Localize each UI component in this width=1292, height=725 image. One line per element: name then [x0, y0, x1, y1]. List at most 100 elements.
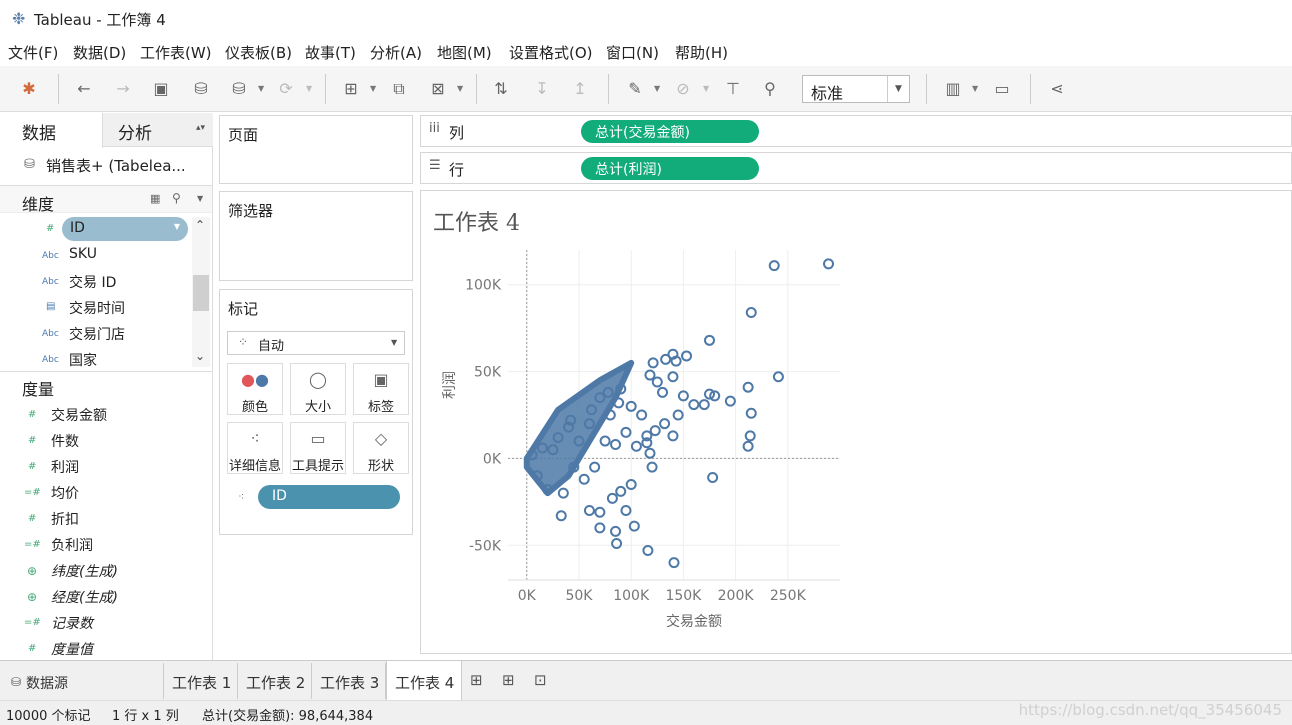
rows-pill[interactable]: 总计(利润)	[581, 157, 759, 180]
x-tick-label: 200K	[718, 588, 755, 604]
marks-shape-button[interactable]: ◇ 形状	[353, 422, 409, 474]
rows-shelf[interactable]: ☰ 行 总计(利润)	[420, 152, 1292, 184]
chevron-down-icon[interactable]: ▼	[654, 84, 660, 93]
field-sku[interactable]: SKU	[69, 246, 97, 262]
data-pane: 数据 分析 ▴▾ ⛁ 销售表+ (Tabelea... 维度 ▦ ⚲ ▼ ⌃ ⌄…	[0, 113, 213, 660]
field-latitude[interactable]: 纬度(生成)	[51, 561, 118, 581]
menu-format[interactable]: 设置格式(O)	[509, 42, 593, 63]
field-country[interactable]: 国家	[69, 350, 97, 370]
redo-icon[interactable]: →	[112, 78, 134, 100]
scroll-up-icon[interactable]: ⌃	[195, 218, 205, 232]
calendar-icon: ▤	[46, 301, 56, 312]
share-icon[interactable]: ⋖	[1046, 78, 1068, 100]
presentation-icon[interactable]: ▭	[991, 78, 1013, 100]
datasource-name[interactable]: 销售表+ (Tabelea...	[46, 155, 186, 176]
marks-size-button[interactable]: ◯ 大小	[290, 363, 346, 415]
datasource-tab[interactable]: ⛁ 数据源	[0, 663, 164, 699]
field-transaction-id[interactable]: 交易 ID	[69, 272, 116, 292]
group-icon[interactable]: ⊘	[672, 78, 694, 100]
chevron-down-icon[interactable]: ▼	[197, 194, 203, 203]
menu-story[interactable]: 故事(T)	[305, 42, 356, 63]
tab-data[interactable]: 数据	[0, 113, 103, 148]
field-amount[interactable]: 交易金额	[51, 405, 107, 425]
menu-window[interactable]: 窗口(N)	[606, 42, 659, 63]
filters-shelf[interactable]: 筛选器	[219, 191, 413, 281]
new-dashboard-icon[interactable]: ⊞	[502, 671, 515, 689]
field-measure-values[interactable]: 度量值	[51, 639, 93, 659]
sort-desc-icon[interactable]: ↥	[569, 78, 591, 100]
chevron-down-icon[interactable]: ▼	[457, 84, 463, 93]
refresh-icon[interactable]: ⟳	[275, 78, 297, 100]
tableau-logo-icon[interactable]: ✱	[18, 78, 40, 100]
field-profit[interactable]: 利润	[51, 457, 79, 477]
menu-worksheet[interactable]: 工作表(W)	[140, 42, 212, 63]
new-worksheet-icon[interactable]: ⊞	[340, 78, 362, 100]
menu-dashboard[interactable]: 仪表板(B)	[225, 42, 292, 63]
chevron-down-icon[interactable]: ▼	[306, 84, 312, 93]
field-avg-price[interactable]: 均价	[51, 483, 79, 503]
scatter-point	[688, 399, 700, 411]
field-longitude[interactable]: 经度(生成)	[51, 587, 118, 607]
field-neg-profit[interactable]: 负利润	[51, 535, 93, 555]
clear-icon[interactable]: ⊠	[427, 78, 449, 100]
tab-sheet-2[interactable]: 工作表 2	[238, 663, 312, 699]
scatter-chart[interactable]: 0K 50K 100K 150K 200K 250K -50K 0K 50K 100K 交易金额 利润	[420, 190, 1292, 654]
marks-detail-button[interactable]: ⁖ 详细信息	[227, 422, 283, 474]
highlight-icon[interactable]: ✎	[624, 78, 646, 100]
chevron-down-icon[interactable]: ▼	[258, 84, 264, 93]
menu-file[interactable]: 文件(F)	[8, 42, 58, 63]
chevron-down-icon[interactable]: ▼	[174, 222, 180, 231]
chevron-down-icon[interactable]: ▼	[703, 84, 709, 93]
tab-sheet-1[interactable]: 工作表 1	[164, 663, 238, 699]
chevron-updown-icon[interactable]: ▴▾	[196, 123, 205, 133]
menu-data[interactable]: 数据(D)	[73, 42, 126, 63]
mark-type-select[interactable]: ⁘ 自动 ▼	[227, 331, 405, 355]
chevron-down-icon[interactable]: ▼	[887, 76, 909, 102]
field-record-count[interactable]: 记录数	[51, 613, 93, 633]
rows-icon: ☰	[429, 158, 441, 173]
pin-icon[interactable]: ⚲	[759, 78, 781, 100]
string-icon: Abc	[42, 251, 59, 261]
new-story-icon[interactable]: ⊡	[534, 671, 547, 689]
number-icon: #	[28, 643, 37, 654]
field-discount[interactable]: 折扣	[51, 509, 79, 529]
field-count[interactable]: 件数	[51, 431, 79, 451]
measures-title: 度量	[22, 380, 55, 399]
scroll-thumb[interactable]	[193, 275, 209, 311]
field-transaction-time[interactable]: 交易时间	[69, 298, 125, 318]
menu-help[interactable]: 帮助(H)	[675, 42, 728, 63]
show-me-icon[interactable]: ▥	[942, 78, 964, 100]
swap-icon[interactable]: ⇅	[490, 78, 512, 100]
field-id-selected[interactable]: ID ▼	[62, 217, 188, 241]
globe-icon: ⊕	[27, 564, 38, 578]
view-toggle-icon[interactable]: ▦	[150, 192, 160, 205]
pause-updates-icon[interactable]: ⛁	[228, 78, 250, 100]
y-tick-label: -50K	[469, 538, 502, 554]
columns-pill[interactable]: 总计(交易金额)	[581, 120, 759, 143]
scroll-down-icon[interactable]: ⌄	[195, 349, 205, 363]
undo-icon[interactable]: ←	[73, 78, 95, 100]
chevron-down-icon[interactable]: ▼	[370, 84, 376, 93]
duplicate-icon[interactable]: ⧉	[388, 78, 410, 100]
pages-shelf[interactable]: 页面	[219, 115, 413, 184]
sort-asc-icon[interactable]: ↧	[531, 78, 553, 100]
new-datasource-icon[interactable]: ⛁	[190, 78, 212, 100]
chevron-down-icon[interactable]: ▼	[972, 84, 978, 93]
scatter-point	[698, 399, 710, 411]
search-icon[interactable]: ⚲	[172, 191, 181, 205]
new-worksheet-icon[interactable]: ⊞	[470, 671, 483, 689]
tab-sheet-3[interactable]: 工作表 3	[312, 663, 386, 699]
menu-map[interactable]: 地图(M)	[437, 42, 492, 63]
marks-label-button[interactable]: ▣ 标签	[353, 363, 409, 415]
chevron-down-icon[interactable]: ▼	[391, 338, 397, 347]
marks-color-button[interactable]: ●● 颜色	[227, 363, 283, 415]
menu-analysis[interactable]: 分析(A)	[370, 42, 422, 63]
fit-select[interactable]: 标准 ▼	[802, 75, 910, 103]
columns-shelf[interactable]: iii 列 总计(交易金额)	[420, 115, 1292, 147]
marks-pill-id[interactable]: ID	[258, 485, 400, 509]
marks-tooltip-button[interactable]: ▭ 工具提示	[290, 422, 346, 474]
label-icon[interactable]: ⊤	[722, 78, 744, 100]
tab-sheet-4[interactable]: 工作表 4	[386, 661, 462, 701]
save-icon[interactable]: ▣	[150, 78, 172, 100]
field-store[interactable]: 交易门店	[69, 324, 125, 344]
